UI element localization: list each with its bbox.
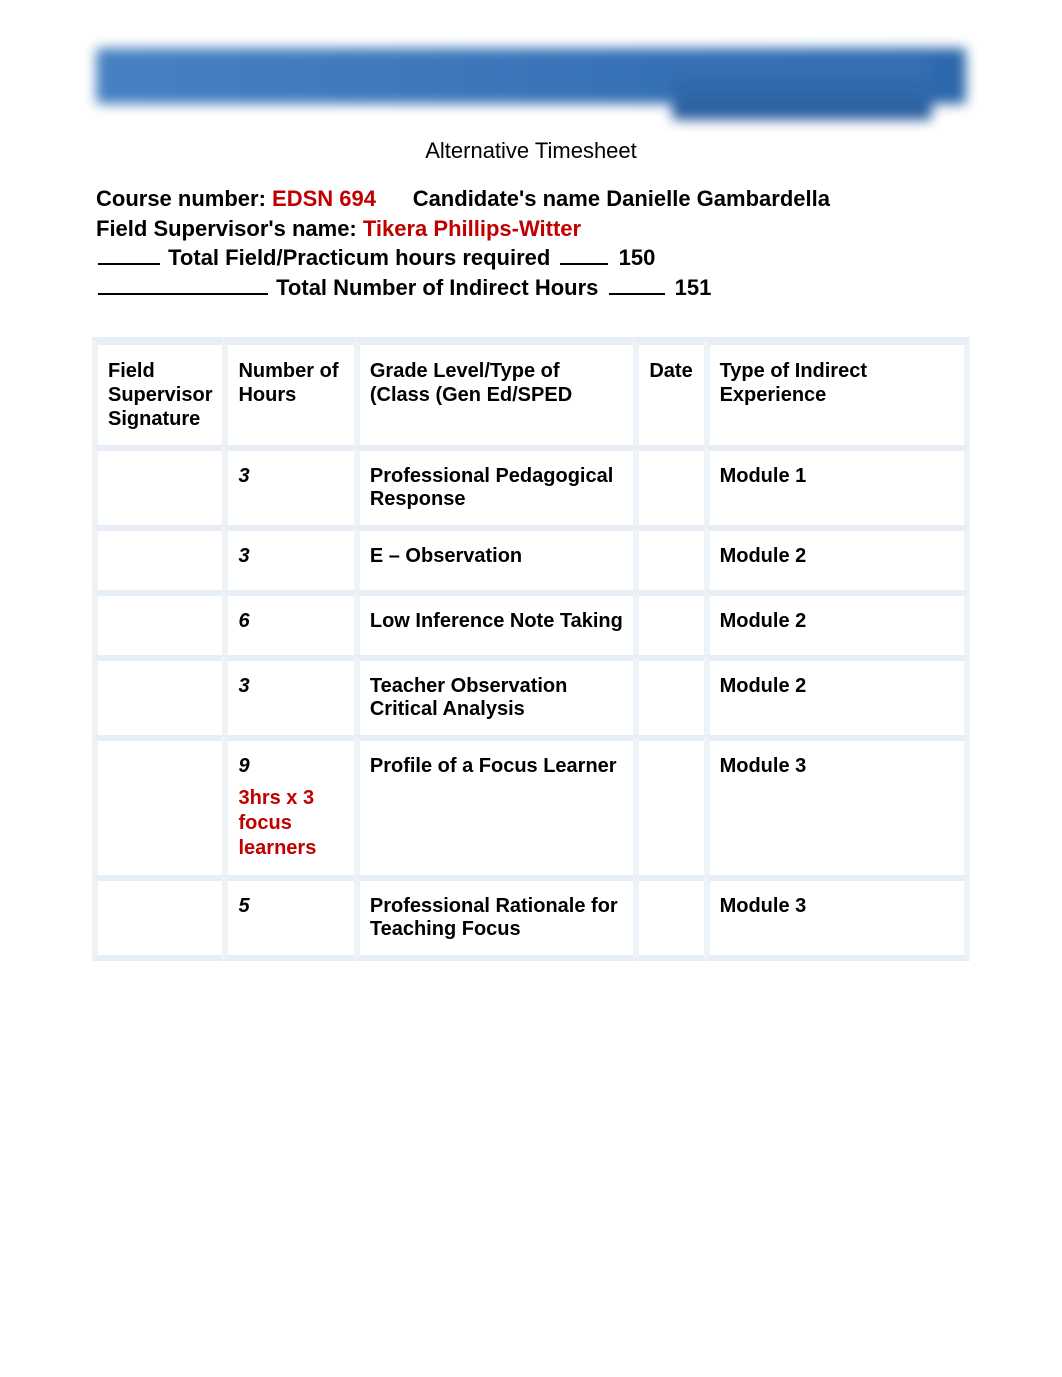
cell-hours: 5 — [222, 875, 353, 961]
cell-date — [633, 875, 703, 961]
course-number-label: Course number: — [96, 186, 272, 211]
cell-date — [633, 590, 703, 655]
cell-hours-sub: 3hrs x 3 focus learners — [238, 786, 343, 861]
cell-grade: Professional Pedagogical Response — [354, 445, 634, 525]
header-banner — [0, 48, 1062, 104]
table-row: 5 Professional Rationale for Teaching Fo… — [92, 875, 970, 961]
cell-signature — [92, 590, 222, 655]
cell-grade: Low Inference Note Taking — [354, 590, 634, 655]
course-number-value: EDSN 694 — [272, 186, 376, 211]
cell-type: Module 1 — [704, 445, 970, 525]
info-block: Course number: EDSN 694 Candidate's name… — [0, 164, 1062, 313]
col-header-date: Date — [633, 337, 703, 445]
cell-hours-value: 5 — [238, 895, 249, 917]
cell-hours-value: 3 — [238, 545, 249, 567]
blank-line-long — [98, 273, 268, 295]
col-header-hours: Number of Hours — [222, 337, 353, 445]
supervisor-name-label: Field Supervisor's name: — [96, 216, 363, 241]
cell-date — [633, 525, 703, 590]
table-row: 3 Professional Pedagogical Response Modu… — [92, 445, 970, 525]
total-indirect-label: Total Number of Indirect Hours — [276, 275, 604, 300]
cell-hours: 9 3hrs x 3 focus learners — [222, 735, 353, 875]
candidate-name-value: Danielle Gambardella — [606, 186, 830, 211]
cell-hours: 3 — [222, 525, 353, 590]
col-header-signature: Field Supervisor Signature — [92, 337, 222, 445]
cell-type: Module 3 — [704, 875, 970, 961]
cell-signature — [92, 735, 222, 875]
cell-signature — [92, 655, 222, 735]
timesheet-table: Field Supervisor Signature Number of Hou… — [92, 337, 970, 961]
cell-signature — [92, 525, 222, 590]
cell-type: Module 2 — [704, 525, 970, 590]
col-header-hours-text: Number of Hours — [238, 359, 343, 407]
cell-grade: E – Observation — [354, 525, 634, 590]
table-header-row: Field Supervisor Signature Number of Hou… — [92, 337, 970, 445]
cell-date — [633, 735, 703, 875]
col-header-signature-text: Field Supervisor Signature — [108, 359, 212, 431]
col-header-type: Type of Indirect Experience — [704, 337, 970, 445]
cell-type: Module 3 — [704, 735, 970, 875]
table-row: 3 E – Observation Module 2 — [92, 525, 970, 590]
col-header-grade: Grade Level/Type of (Class (Gen Ed/SPED — [354, 337, 634, 445]
cell-hours-value: 3 — [238, 465, 249, 487]
cell-hours-value: 3 — [238, 675, 249, 697]
cell-hours-value: 6 — [238, 610, 249, 632]
cell-type: Module 2 — [704, 655, 970, 735]
col-header-type-text: Type of Indirect Experience — [720, 359, 930, 407]
cell-grade: Profile of a Focus Learner — [354, 735, 634, 875]
cell-grade: Teacher Observation Critical Analysis — [354, 655, 634, 735]
table-body: 3 Professional Pedagogical Response Modu… — [92, 445, 970, 961]
page-subtitle: Alternative Timesheet — [0, 138, 1062, 164]
total-field-value: 150 — [619, 245, 656, 270]
cell-type: Module 2 — [704, 590, 970, 655]
cell-hours: 6 — [222, 590, 353, 655]
table-row: 9 3hrs x 3 focus learners Profile of a F… — [92, 735, 970, 875]
supervisor-name-value: Tikera Phillips-Witter — [363, 216, 581, 241]
header-banner-tab — [672, 60, 932, 120]
cell-date — [633, 445, 703, 525]
blank-line-very-short — [609, 273, 665, 295]
cell-hours-value: 9 — [238, 755, 249, 777]
blank-line-med — [560, 243, 608, 265]
col-header-grade-line2: Class (Gen Ed/SPED — [377, 384, 573, 406]
table-row: 3 Teacher Observation Critical Analysis … — [92, 655, 970, 735]
cell-hours: 3 — [222, 445, 353, 525]
total-field-label: Total Field/Practicum hours required — [168, 245, 556, 270]
cell-signature — [92, 445, 222, 525]
cell-date — [633, 655, 703, 735]
blank-line-short — [98, 243, 160, 265]
table-row: 6 Low Inference Note Taking Module 2 — [92, 590, 970, 655]
col-header-date-text: Date — [649, 360, 692, 382]
total-indirect-value: 151 — [675, 275, 712, 300]
cell-signature — [92, 875, 222, 961]
candidate-name-label: Candidate's name — [413, 186, 607, 211]
cell-grade: Professional Rationale for Teaching Focu… — [354, 875, 634, 961]
cell-hours: 3 — [222, 655, 353, 735]
col-header-grade-line1: Grade Level/Type of — [370, 360, 560, 382]
